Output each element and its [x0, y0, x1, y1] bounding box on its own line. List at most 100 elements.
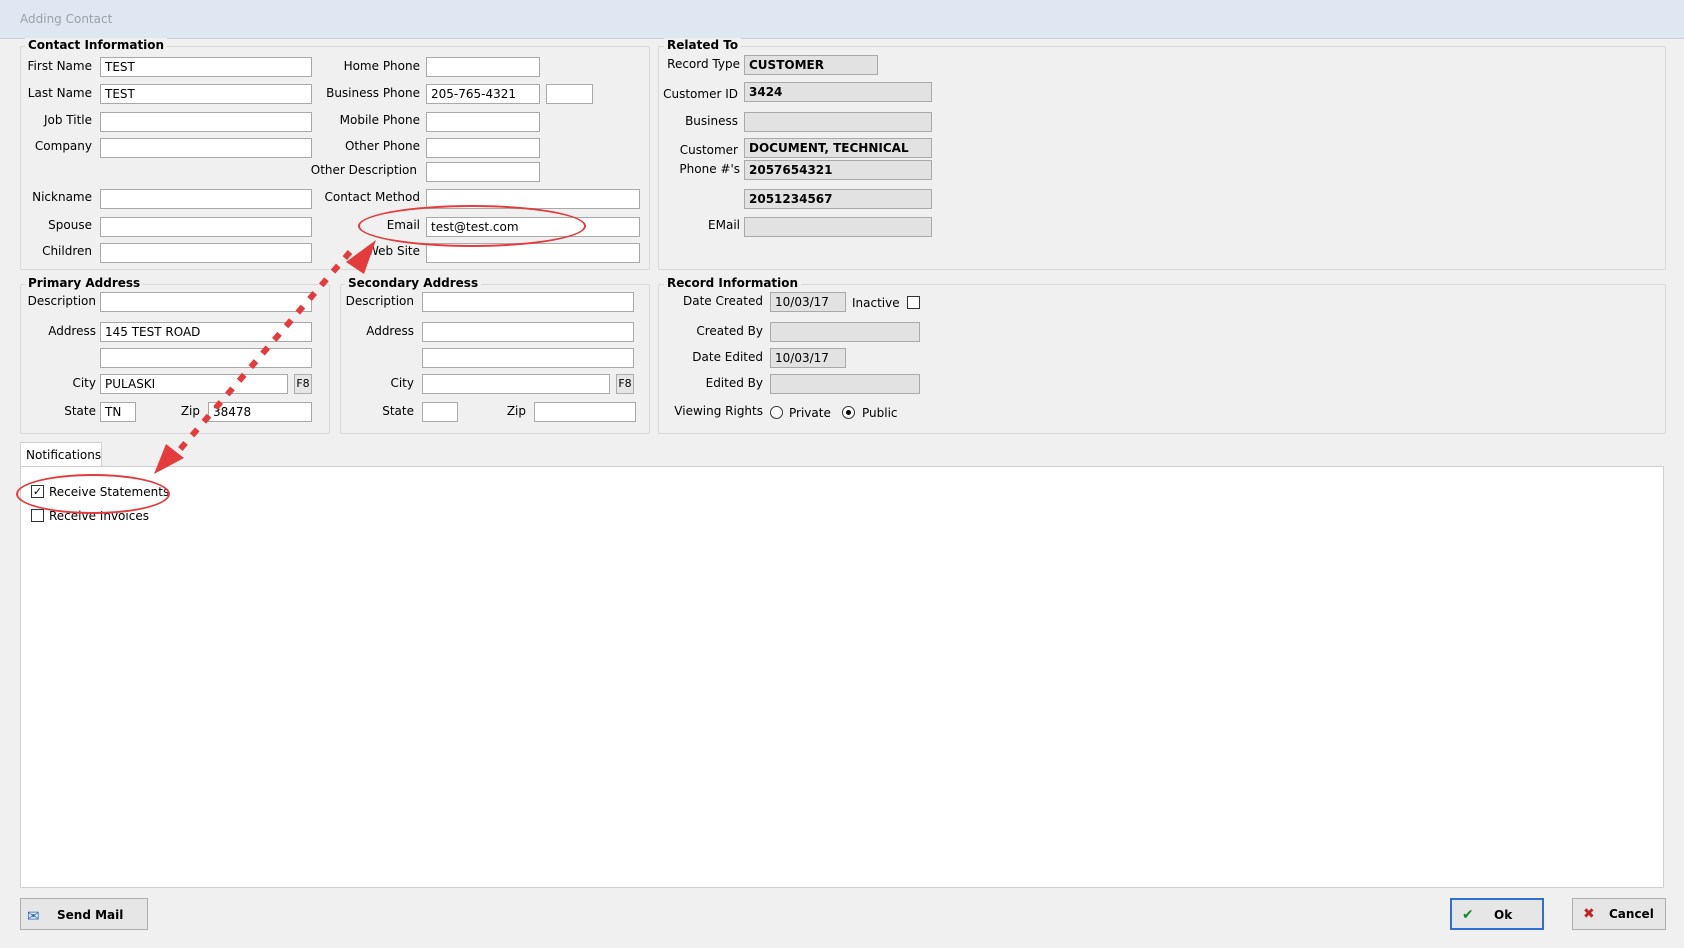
related-email-label: EMail [708, 218, 740, 232]
home-phone-label: Home Phone [343, 59, 420, 73]
business-phone-label: Business Phone [326, 86, 420, 100]
company-field[interactable] [100, 138, 312, 158]
secondary-address-title: Secondary Address [345, 276, 482, 290]
business-phone-ext-field[interactable] [546, 84, 593, 104]
tab-notifications[interactable]: Notifications [20, 442, 102, 467]
viewing-rights-label: Viewing Rights [674, 404, 763, 418]
contact-method-label: Contact Method [324, 190, 420, 204]
secondary-state-label: State [382, 404, 414, 418]
date-edited-label: Date Edited [692, 350, 763, 364]
inactive-checkbox[interactable] [907, 296, 920, 309]
date-created-label: Date Created [683, 294, 763, 308]
related-to-title: Related To [664, 38, 742, 52]
inactive-label: Inactive [852, 296, 900, 310]
edited-by-label: Edited By [705, 376, 763, 390]
last-name-label: Last Name [27, 86, 92, 100]
private-label: Private [789, 406, 831, 420]
children-field[interactable] [100, 243, 312, 263]
primary-description-label: Description [27, 294, 96, 308]
phone2-field: 2051234567 [744, 189, 932, 209]
business-field [744, 112, 932, 132]
related-email-field [744, 217, 932, 237]
record-information-title: Record Information [664, 276, 802, 290]
job-title-label: Job Title [43, 113, 92, 127]
primary-city-field[interactable]: PULASKI [100, 374, 288, 394]
other-description-label: Other Description [310, 163, 417, 177]
first-name-label: First Name [27, 59, 92, 73]
other-phone-field[interactable] [426, 138, 540, 158]
customer-id-field: 3424 [744, 82, 932, 102]
business-label: Business [685, 114, 738, 128]
send-mail-button[interactable]: ✉ Send Mail [20, 898, 148, 930]
mobile-phone-field[interactable] [426, 112, 540, 132]
secondary-address2-field[interactable] [422, 348, 634, 368]
secondary-description-field[interactable] [422, 292, 634, 312]
last-name-field[interactable]: TEST [100, 84, 312, 104]
primary-description-field[interactable] [100, 292, 312, 312]
primary-address2-field[interactable] [100, 348, 312, 368]
ok-button[interactable]: ✔ Ok [1450, 898, 1544, 930]
primary-address-title: Primary Address [25, 276, 144, 290]
notifications-panel: ✓ Receive Statements Receive Invoices [20, 466, 1664, 888]
phone1-field: 2057654321 [744, 160, 932, 180]
cancel-label: Cancel [1609, 907, 1654, 921]
check-icon: ✔ [1462, 907, 1474, 923]
phones-label: Phone #'s [679, 162, 740, 176]
primary-address-label: Address [48, 324, 96, 338]
secondary-city-label: City [390, 376, 414, 390]
date-edited-field: 10/03/17 [770, 348, 846, 368]
secondary-address1-field[interactable] [422, 322, 634, 342]
primary-city-label: City [72, 376, 96, 390]
contact-information-title: Contact Information [25, 38, 168, 52]
cancel-x-icon: ✖ [1583, 906, 1595, 922]
first-name-field[interactable]: TEST [100, 57, 312, 77]
ok-label: Ok [1494, 908, 1513, 922]
receive-statements-highlight-circle [16, 474, 170, 514]
nickname-field[interactable] [100, 189, 312, 209]
customer-label: Customer [679, 143, 738, 157]
primary-address1-field[interactable]: 145 TEST ROAD [100, 322, 312, 342]
primary-zip-field[interactable]: 38478 [208, 402, 312, 422]
secondary-zip-label: Zip [506, 404, 526, 418]
customer-id-label: Customer ID [663, 87, 738, 101]
created-by-label: Created By [696, 324, 763, 338]
website-label: Web Site [366, 244, 420, 258]
private-radio[interactable] [770, 406, 783, 419]
home-phone-field[interactable] [426, 57, 540, 77]
cancel-button[interactable]: ✖ Cancel [1572, 898, 1666, 930]
business-phone-field[interactable]: 205-765-4321 [426, 84, 540, 104]
created-by-field [770, 322, 920, 342]
children-label: Children [42, 244, 92, 258]
other-description-field[interactable] [426, 162, 540, 182]
secondary-address-label: Address [366, 324, 414, 338]
primary-state-label: State [64, 404, 96, 418]
company-label: Company [34, 139, 92, 153]
secondary-city-field[interactable] [422, 374, 610, 394]
public-label: Public [862, 406, 898, 420]
primary-state-field[interactable]: TN [100, 402, 136, 422]
receive-invoices-checkbox[interactable] [31, 509, 44, 522]
record-type-field: CUSTOMER [744, 55, 878, 75]
send-mail-label: Send Mail [57, 908, 124, 922]
date-created-field: 10/03/17 [770, 292, 846, 312]
email-highlight-circle [358, 205, 586, 247]
record-type-label: Record Type [667, 57, 740, 71]
spouse-field[interactable] [100, 217, 312, 237]
secondary-city-lookup-button[interactable]: F8 [616, 374, 634, 394]
envelope-icon: ✉ [27, 907, 40, 925]
nickname-label: Nickname [32, 190, 92, 204]
customer-field: DOCUMENT, TECHNICAL [744, 138, 932, 158]
edited-by-field [770, 374, 920, 394]
job-title-field[interactable] [100, 112, 312, 132]
window-title: Adding Contact [20, 12, 113, 26]
other-phone-label: Other Phone [344, 139, 420, 153]
secondary-state-field[interactable] [422, 402, 458, 422]
public-radio[interactable] [842, 406, 855, 419]
secondary-description-label: Description [345, 294, 414, 308]
primary-city-lookup-button[interactable]: F8 [294, 374, 312, 394]
spouse-label: Spouse [48, 218, 92, 232]
primary-zip-label: Zip [180, 404, 200, 418]
secondary-zip-field[interactable] [534, 402, 636, 422]
mobile-phone-label: Mobile Phone [339, 113, 420, 127]
tab-notifications-label: Notifications [26, 448, 102, 462]
